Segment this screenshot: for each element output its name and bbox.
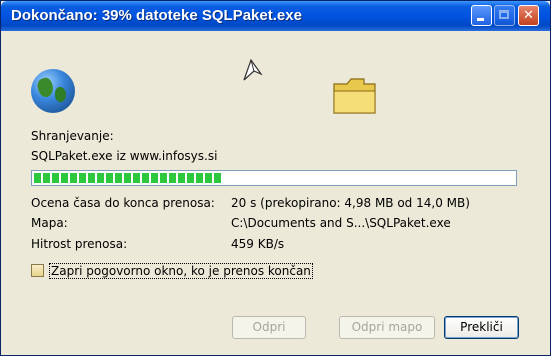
- download-dialog: Dokončano: 39% datoteke SQLPaket.exe ✕ S…: [0, 0, 551, 356]
- eta-value: 20 s (prekopirano: 4,98 MB od 14,0 MB): [231, 196, 470, 210]
- cancel-button[interactable]: Prekliči: [444, 316, 519, 339]
- flying-paper-icon: [243, 58, 263, 81]
- download-source: SQLPaket.exe iz www.infosys.si: [31, 149, 218, 163]
- progress-fill: [34, 173, 221, 183]
- title-bar[interactable]: Dokončano: 39% datoteke SQLPaket.exe ✕: [1, 1, 550, 31]
- saving-label: Shranjevanje:: [31, 129, 114, 143]
- window-title: Dokončano: 39% datoteke SQLPaket.exe: [11, 7, 302, 24]
- folder-label: Mapa:: [31, 216, 68, 230]
- eta-label: Ocena časa do konca prenosa:: [31, 196, 215, 210]
- close-icon: ✕: [523, 8, 534, 23]
- maximize-icon: [499, 10, 509, 19]
- maximize-button[interactable]: [494, 5, 515, 26]
- minimize-button[interactable]: [471, 5, 492, 26]
- speed-value: 459 KB/s: [231, 237, 285, 251]
- folder-icon: [333, 78, 376, 114]
- globe-icon: [31, 69, 75, 113]
- speed-label: Hitrost prenosa:: [31, 237, 128, 251]
- folder-path: C:\Documents and S...\SQLPaket.exe: [231, 216, 451, 230]
- progress-bar: [31, 170, 517, 186]
- open-button[interactable]: Odpri: [232, 316, 306, 339]
- close-when-done-checkbox[interactable]: [31, 264, 44, 277]
- close-button[interactable]: ✕: [518, 5, 539, 26]
- close-when-done-label[interactable]: Zapri pogovorno okno, ko je prenos konča…: [49, 263, 313, 279]
- globe-land: [55, 87, 66, 102]
- globe-land: [35, 76, 56, 99]
- open-folder-button[interactable]: Odpri mapo: [339, 316, 435, 339]
- minimize-icon: [477, 18, 484, 21]
